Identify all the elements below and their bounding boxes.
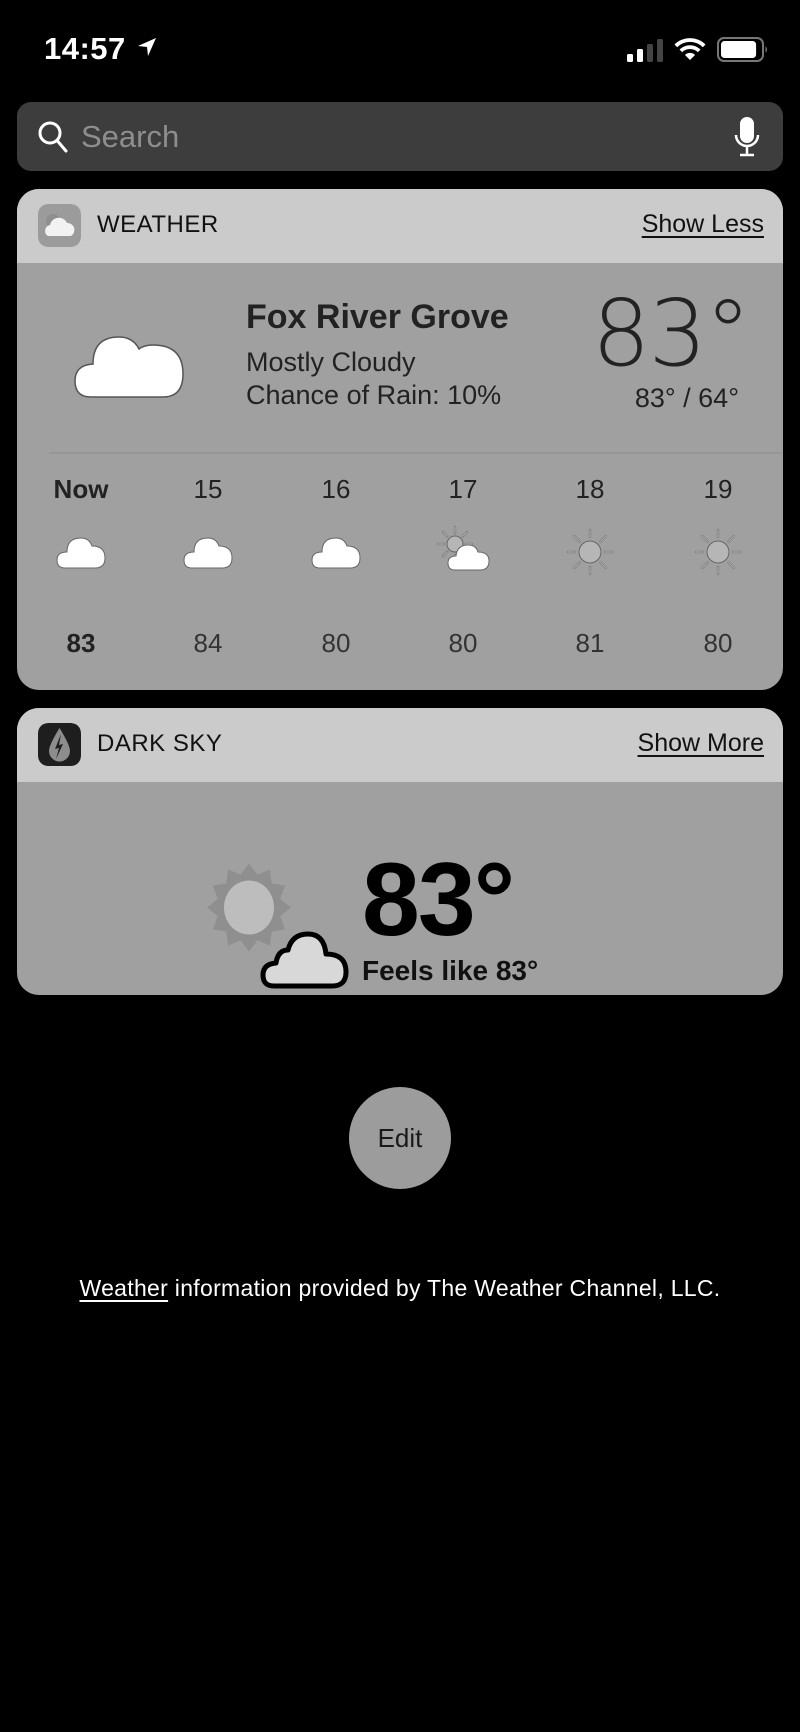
signal-icon <box>627 39 663 62</box>
wifi-icon <box>674 38 706 60</box>
hour-temp: 83 <box>66 628 96 658</box>
show-more-button[interactable]: Show More <box>638 729 764 758</box>
status-time: 14:57 <box>44 31 126 66</box>
cloud-icon <box>56 537 106 569</box>
dark-sky-app-name: DARK SKY <box>97 730 223 757</box>
attribution-footer: Weather information provided by The Weat… <box>0 1275 800 1302</box>
weather-app-name: WEATHER <box>97 211 219 238</box>
dark-sky-widget-header: DARK SKY Show More <box>17 708 783 782</box>
weather-app-icon <box>38 204 81 247</box>
hour-temp: 80 <box>703 628 733 658</box>
hourly-item: Now 83 <box>26 454 136 690</box>
battery-icon <box>717 37 767 62</box>
hourly-item: 18 81 <box>535 454 645 690</box>
partly-sunny-icon <box>436 525 490 571</box>
hourly-forecast: Now 83 15 84 16 80 17 80 18 81 19 80 <box>17 454 783 690</box>
hour-label: 15 <box>193 474 223 504</box>
hour-temp: 84 <box>193 628 223 658</box>
sun-icon <box>694 528 742 576</box>
weather-link[interactable]: Weather <box>79 1275 168 1301</box>
hour-temp: 80 <box>448 628 478 658</box>
weather-widget-header: WEATHER Show Less <box>17 189 783 263</box>
hour-temp: 80 <box>321 628 351 658</box>
sun-icon <box>566 528 614 576</box>
rain-chance: Chance of Rain: 10% <box>246 380 502 410</box>
hour-label: 17 <box>448 474 478 504</box>
location-arrow-icon <box>138 38 156 56</box>
condition-text: Mostly Cloudy <box>246 347 416 377</box>
microphone-icon[interactable] <box>733 116 761 158</box>
current-temperature: 83° <box>591 280 751 387</box>
hi-lo-temperature: 83° / 64° <box>634 383 739 413</box>
hourly-item: 19 80 <box>663 454 773 690</box>
location-name: Fox River Grove <box>246 298 509 336</box>
feels-like-text: Feels like 83° <box>362 955 539 986</box>
dark-sky-temperature: 83° <box>362 842 515 958</box>
cloud-icon <box>74 336 184 398</box>
hour-label: Now <box>53 474 109 504</box>
signal-bar <box>627 54 633 62</box>
show-less-button[interactable]: Show Less <box>642 210 764 239</box>
partly-cloudy-icon <box>260 931 349 989</box>
signal-bar <box>637 49 643 62</box>
hour-label: 16 <box>321 474 351 504</box>
hourly-item: 15 84 <box>153 454 263 690</box>
hourly-item: 16 80 <box>281 454 391 690</box>
attribution-text: information provided by The Weather Chan… <box>168 1275 721 1301</box>
hour-label: 18 <box>575 474 605 504</box>
signal-bar <box>657 39 663 62</box>
cloud-icon <box>311 537 361 569</box>
search-bar[interactable] <box>17 102 783 171</box>
hourly-item: 17 80 <box>408 454 518 690</box>
hour-temp: 81 <box>575 628 605 658</box>
search-input[interactable] <box>81 116 681 158</box>
dark-sky-app-icon <box>38 723 81 766</box>
edit-button[interactable]: Edit <box>349 1087 451 1189</box>
weather-widget: WEATHER Show Less Fox River Grove Mostly… <box>17 189 783 690</box>
cloud-icon <box>183 537 233 569</box>
signal-bar <box>647 44 653 62</box>
search-icon <box>38 121 68 153</box>
hour-label: 19 <box>703 474 733 504</box>
dark-sky-widget: DARK SKY Show More 83° Feels like 83° <box>17 708 783 995</box>
